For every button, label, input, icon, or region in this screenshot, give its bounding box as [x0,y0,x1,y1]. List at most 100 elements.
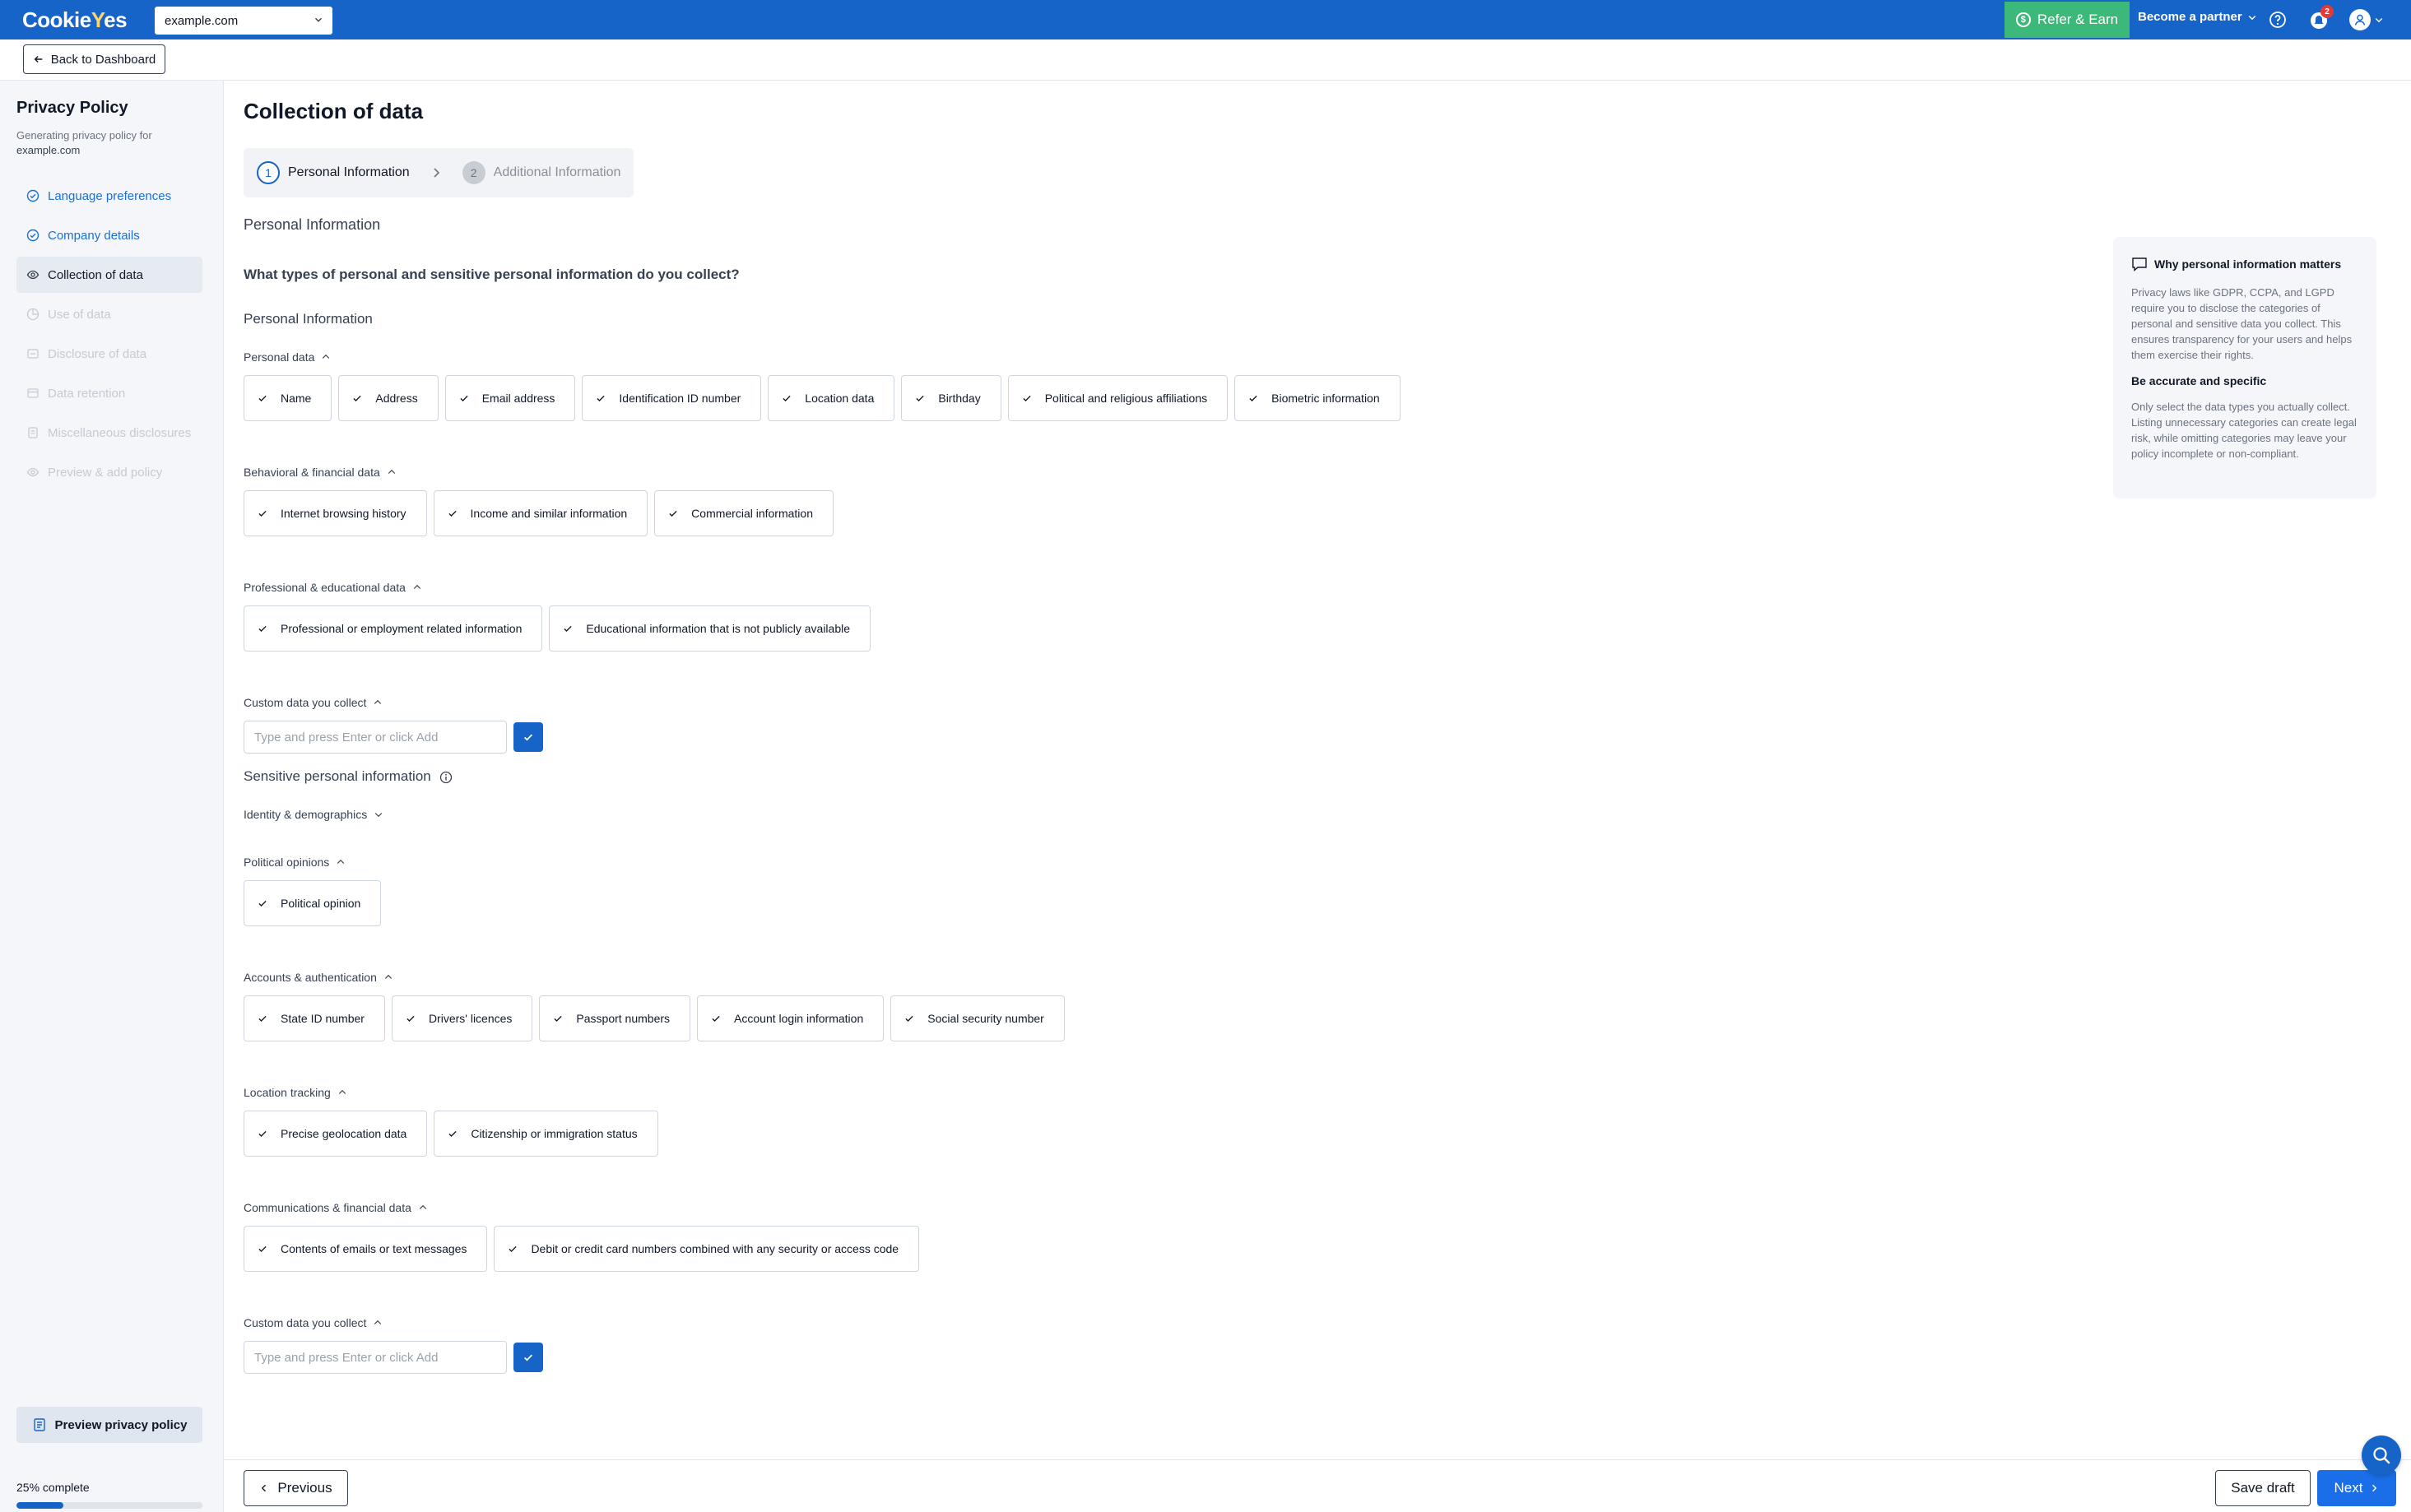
step-number: 1 [257,161,280,184]
chip-label: Contents of emails or text messages [281,1242,467,1255]
support-chat-button[interactable] [2362,1435,2401,1475]
sidebar-item-collection-of-data[interactable]: Collection of data [16,257,202,293]
data-type-chip[interactable]: Income and similar information [433,490,648,536]
data-type-chip[interactable]: Commercial information [654,490,834,536]
data-type-chip[interactable]: Contents of emails or text messages [244,1226,488,1272]
data-type-chip[interactable]: Social security number [890,995,1065,1041]
check-icon [258,1130,267,1137]
data-type-chip[interactable]: Educational information that is not publ… [549,605,871,652]
data-type-chip[interactable]: Biometric information [1234,375,1401,421]
preview-privacy-policy-button[interactable]: Preview privacy policy [16,1407,202,1443]
eye-icon [26,270,39,280]
data-type-chip[interactable]: Account login information [697,995,885,1041]
progress-bar-fill [16,1502,63,1509]
sidebar: Privacy Policy Generating privacy policy… [0,81,224,1512]
chevron-up-icon [374,699,382,704]
chevron-up-icon [384,974,393,979]
check-icon [564,625,572,632]
chip-label: Email address [481,392,555,405]
add-custom-data-button[interactable] [513,722,543,752]
sub-header: Back to Dashboard [0,39,2411,81]
previous-button[interactable]: Previous [244,1470,348,1506]
check-icon [554,1015,563,1022]
group-toggle-professional-educational-data[interactable]: Professional & educational data [244,581,2054,594]
chip-label: Precise geolocation data [281,1127,407,1140]
custom-sensitive-data-toggle[interactable]: Custom data you collect [244,1316,2054,1329]
data-type-chip[interactable]: Debit or credit card numbers combined wi… [494,1226,920,1272]
chip-label: Drivers' licences [428,1012,513,1025]
group-toggle-accounts-authentication[interactable]: Accounts & authentication [244,971,2054,984]
refer-and-earn-button[interactable]: $ Refer & Earn [2005,2,2130,38]
group-toggle-behavioral-financial-data[interactable]: Behavioral & financial data [244,466,2054,479]
check-icon [258,1015,267,1022]
step-additional-information[interactable]: 2 Additional Information [462,161,620,184]
become-partner-menu[interactable]: Become a partner [2138,10,2257,24]
data-type-chip[interactable]: Birthday [901,375,1001,421]
check-icon [460,395,468,401]
chevron-up-icon [374,1320,382,1324]
chip-label: Political opinion [281,897,361,910]
check-icon [905,1015,913,1022]
next-button[interactable]: Next [2317,1470,2396,1506]
data-type-chip[interactable]: Address [338,375,439,421]
data-type-chip[interactable]: Passport numbers [539,995,691,1041]
data-type-chip[interactable]: Citizenship or immigration status [434,1111,658,1157]
chip-group-political-opinions: Political opinion [244,880,2054,926]
step-personal-information[interactable]: 1 Personal Information [257,161,410,184]
notifications-button[interactable]: 2 [2308,5,2334,31]
form-content: Personal Information What types of perso… [244,216,2054,1389]
info-icon[interactable] [439,771,453,784]
website-select[interactable]: example.com [155,7,332,35]
group-toggle-location-tracking[interactable]: Location tracking [244,1086,2054,1099]
info-panel: Why personal information matters Privacy… [2113,237,2376,499]
chevron-up-icon [388,469,395,474]
chip-group-personal-data: Name Address Email address Identification I… [244,375,2054,421]
page-title: Collection of data [244,99,424,123]
search-icon [2373,1447,2390,1464]
check-circle-icon [26,229,39,242]
chevron-left-icon [262,1484,267,1492]
chip-label: Educational information that is not publ… [586,622,851,635]
data-type-chip[interactable]: Location data [768,375,895,421]
check-icon [597,395,606,401]
chip-label: Political and religious affiliations [1044,392,1208,405]
chip-label: Location data [805,392,875,405]
sidebar-item-disclosure-of-data: Disclosure of data [16,336,202,372]
identity-demographics-toggle[interactable]: Identity & demographics [244,808,2054,821]
eye-icon [26,467,39,477]
save-draft-button[interactable]: Save draft [2215,1470,2311,1506]
cookieyes-logo[interactable]: CookieYes [22,7,128,33]
custom-data-toggle[interactable]: Custom data you collect [244,696,2054,709]
data-type-chip[interactable]: Precise geolocation data [244,1111,428,1157]
data-type-chip[interactable]: State ID number [244,995,385,1041]
data-type-chip[interactable]: Political opinion [244,880,382,926]
sidebar-steps: Language preferences Company details Col… [16,178,202,494]
add-custom-sensitive-data-button[interactable] [513,1343,543,1372]
sidebar-item-language-preferences[interactable]: Language preferences [16,178,202,214]
user-menu[interactable] [2349,9,2384,30]
custom-sensitive-data-input[interactable] [244,1341,507,1374]
data-type-chip[interactable]: Identification ID number [582,375,762,421]
info-panel-title: Why personal information matters [2131,257,2358,271]
back-to-dashboard-button[interactable]: Back to Dashboard [23,44,165,74]
data-type-chip[interactable]: Email address [444,375,576,421]
data-type-chip[interactable]: Political and religious affiliations [1007,375,1229,421]
help-icon[interactable] [2268,10,2288,30]
custom-data-input[interactable] [244,721,507,754]
info-panel-text: Privacy laws like GDPR, CCPA, and LGPD r… [2131,286,2353,361]
data-type-chip[interactable]: Name [244,375,332,421]
data-type-chip[interactable]: Professional or employment related infor… [244,605,543,652]
arrow-left-icon [34,56,43,63]
data-type-chip[interactable]: Drivers' licences [391,995,533,1041]
chip-label: Social security number [927,1012,1044,1025]
sidebar-item-company-details[interactable]: Company details [16,217,202,253]
chip-group-location-tracking: Precise geolocation data Citizenship or i… [244,1111,2054,1157]
main-content: Collection of data 1 Personal Informatio… [224,81,2411,1459]
chip-group-communications-financial-data: Contents of emails or text messages Debit… [244,1226,2054,1272]
group-toggle-personal-data[interactable]: Personal data [244,350,2054,364]
group-toggle-political-opinions[interactable]: Political opinions [244,856,2054,869]
check-icon [258,900,267,907]
group-toggle-communications-financial-data[interactable]: Communications & financial data [244,1201,2054,1214]
data-type-chip[interactable]: Internet browsing history [244,490,427,536]
personal-information-heading: Personal Information [244,311,373,327]
